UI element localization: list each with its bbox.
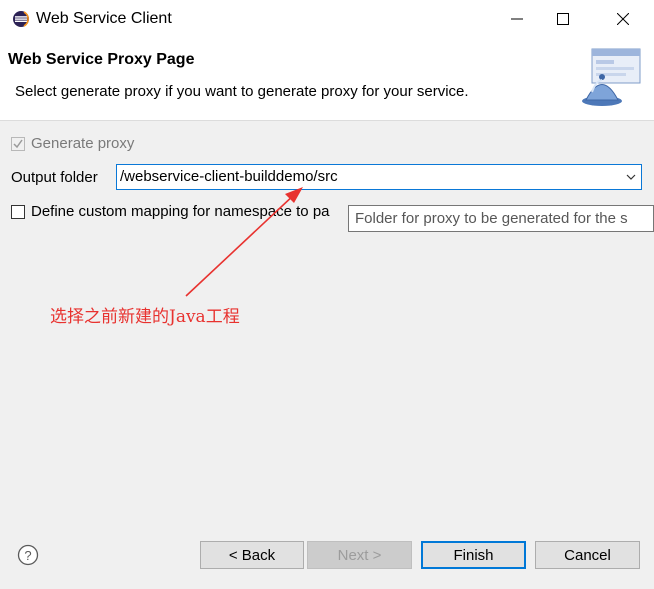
annotation-text: 选择之前新建的Java工程 <box>50 307 240 327</box>
tooltip: Folder for proxy to be generated for the… <box>348 205 654 232</box>
close-icon <box>617 13 629 25</box>
cancel-button[interactable]: Cancel <box>535 541 640 569</box>
custom-mapping-label: Define custom mapping for namespace to p… <box>31 203 330 220</box>
output-folder-label: Output folder <box>11 169 98 186</box>
output-folder-value: /webservice-client-builddemo/src <box>120 168 338 185</box>
page-description: Select generate proxy if you want to gen… <box>15 83 469 100</box>
minimize-icon <box>511 18 523 20</box>
maximize-button[interactable] <box>540 0 586 38</box>
custom-mapping-checkbox[interactable] <box>11 205 25 219</box>
eclipse-icon <box>13 11 29 27</box>
checkmark-icon <box>13 139 23 149</box>
minimize-button[interactable] <box>494 0 540 38</box>
generate-proxy-label: Generate proxy <box>31 135 135 152</box>
wizard-header: Web Service Proxy Page Select generate p… <box>0 38 654 121</box>
help-icon[interactable]: ? <box>17 544 39 566</box>
output-folder-combo[interactable]: /webservice-client-builddemo/src <box>116 164 642 190</box>
page-title: Web Service Proxy Page <box>8 51 195 68</box>
generate-proxy-checkbox[interactable] <box>11 137 25 151</box>
back-button[interactable]: < Back <box>200 541 304 569</box>
title-bar: Web Service Client <box>0 0 654 38</box>
window-title: Web Service Client <box>36 10 172 27</box>
finish-button[interactable]: Finish <box>421 541 526 569</box>
next-button[interactable]: Next > <box>307 541 412 569</box>
tooltip-text: Folder for proxy to be generated for the… <box>355 210 628 227</box>
web-service-banner-icon <box>582 48 641 106</box>
close-button[interactable] <box>600 0 646 38</box>
svg-text:?: ? <box>24 548 31 563</box>
chevron-down-icon <box>626 174 636 180</box>
maximize-icon <box>557 13 569 25</box>
